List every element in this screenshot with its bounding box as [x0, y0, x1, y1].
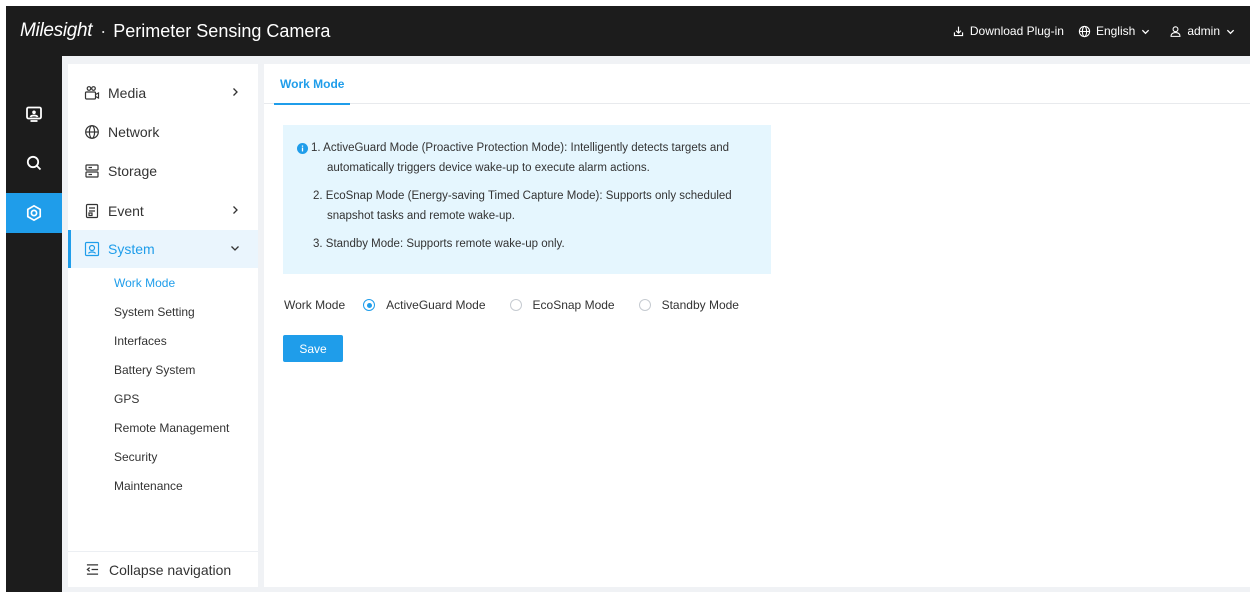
- language-label: English: [1095, 24, 1136, 38]
- notice-line-1: 1. ActiveGuard Mode (Proactive Protectio…: [311, 142, 730, 154]
- sidebar-subitem-work-mode[interactable]: Work Mode: [114, 276, 175, 290]
- sidebar-item-network[interactable]: Network: [68, 113, 258, 151]
- save-button[interactable]: Save: [283, 335, 343, 362]
- work-mode-row: Work Mode ActiveGuard Mode EcoSnap Mode …: [284, 295, 763, 315]
- chevron-right-icon: [233, 88, 238, 96]
- download-plugin-label: Download Plug-in: [969, 24, 1064, 38]
- work-mode-label: Work Mode: [284, 298, 346, 312]
- radio-ecosnap-mode[interactable]: EcoSnap Mode: [509, 298, 615, 312]
- language-selector[interactable]: English: [1078, 24, 1155, 38]
- milesight-logo: Milesight: [20, 20, 93, 41]
- radio-circle-checked: [363, 299, 376, 311]
- chevron-right-icon: [233, 206, 238, 214]
- collapse-navigation-button[interactable]: Collapse navigation: [68, 551, 258, 587]
- sidebar-subitem-battery-system[interactable]: Battery System: [114, 363, 195, 377]
- event-icon: [85, 203, 99, 219]
- radio-circle: [509, 299, 522, 311]
- sidebar-subitem-gps[interactable]: GPS: [114, 392, 139, 406]
- sidebar-subitem-interfaces[interactable]: Interfaces: [114, 334, 167, 348]
- main-content: Work Mode 1. ActiveGuard Mode (Proactive…: [264, 64, 1250, 587]
- sidebar-subitem-maintenance[interactable]: Maintenance: [114, 479, 183, 493]
- search-icon: [26, 155, 42, 171]
- globe-icon: [1078, 25, 1091, 37]
- chevron-down-icon: [231, 246, 239, 251]
- sidebar-subitem-remote-management[interactable]: Remote Management: [114, 421, 229, 435]
- info-notice: 1. ActiveGuard Mode (Proactive Protectio…: [283, 125, 771, 274]
- settings-sidebar: Media Network Storage Event System Work …: [68, 64, 258, 587]
- sidebar-item-label: System: [108, 241, 155, 257]
- icon-rail: [6, 56, 62, 592]
- radio-circle: [638, 299, 651, 311]
- top-actions: Download Plug-in English admin: [938, 6, 1240, 56]
- collapse-navigation-label: Collapse navigation: [109, 561, 232, 578]
- info-icon: [297, 143, 308, 154]
- chevron-down-icon: [1142, 29, 1150, 34]
- chevron-down-icon: [1226, 29, 1235, 34]
- system-icon: [84, 241, 100, 257]
- radio-label: ActiveGuard Mode: [386, 298, 486, 312]
- tab-bar: Work Mode: [264, 64, 1250, 105]
- collapse-icon: [86, 564, 99, 575]
- sidebar-item-label: Event: [108, 203, 144, 219]
- notice-line-2: automatically triggers device wake-up to…: [327, 162, 650, 174]
- storage-icon: [85, 164, 99, 178]
- user-label: admin: [1187, 24, 1220, 38]
- sidebar-item-media[interactable]: Media: [68, 74, 258, 112]
- sidebar-item-event[interactable]: Event: [68, 192, 258, 230]
- title-separator: ·: [100, 20, 107, 41]
- settings-icon: [26, 204, 42, 222]
- sidebar-subitem-system-setting[interactable]: System Setting: [114, 305, 195, 319]
- brand: Milesight · Perimeter Sensing Camera: [20, 6, 330, 56]
- user-icon: [1170, 25, 1181, 37]
- sidebar-item-label: Media: [108, 85, 147, 101]
- notice-line-3: 2. EcoSnap Mode (Energy-saving Timed Cap…: [313, 190, 732, 202]
- rail-search-button[interactable]: [6, 143, 62, 183]
- media-icon: [84, 86, 100, 100]
- sidebar-item-system[interactable]: System: [68, 230, 258, 268]
- globe-icon: [85, 125, 99, 139]
- radio-label: EcoSnap Mode: [532, 298, 615, 312]
- download-icon: [953, 26, 964, 36]
- rail-settings-button[interactable]: [6, 193, 62, 233]
- notice-line-5: 3. Standby Mode: Supports remote wake-up…: [313, 238, 565, 250]
- tab-work-mode[interactable]: Work Mode: [274, 64, 351, 105]
- notice-line-4: snapshot tasks and remote wake-up.: [327, 210, 515, 222]
- radio-label: Standby Mode: [661, 298, 739, 312]
- sidebar-item-label: Storage: [108, 163, 158, 179]
- monitor-icon: [26, 106, 42, 122]
- app-frame: Milesight · Perimeter Sensing Camera Dow…: [6, 6, 1250, 592]
- download-plugin-link[interactable]: Download Plug-in: [952, 24, 1064, 38]
- app-title: Perimeter Sensing Camera: [113, 20, 331, 41]
- radio-activeguard-mode[interactable]: ActiveGuard Mode: [363, 298, 486, 312]
- rail-live-view-button[interactable]: [6, 94, 62, 134]
- top-bar: Milesight · Perimeter Sensing Camera Dow…: [6, 6, 1250, 56]
- user-menu[interactable]: admin: [1169, 24, 1240, 38]
- sidebar-subitem-security[interactable]: Security: [114, 450, 157, 464]
- sidebar-item-label: Network: [108, 124, 160, 140]
- radio-standby-mode[interactable]: Standby Mode: [638, 298, 739, 312]
- sidebar-item-storage[interactable]: Storage: [68, 152, 258, 190]
